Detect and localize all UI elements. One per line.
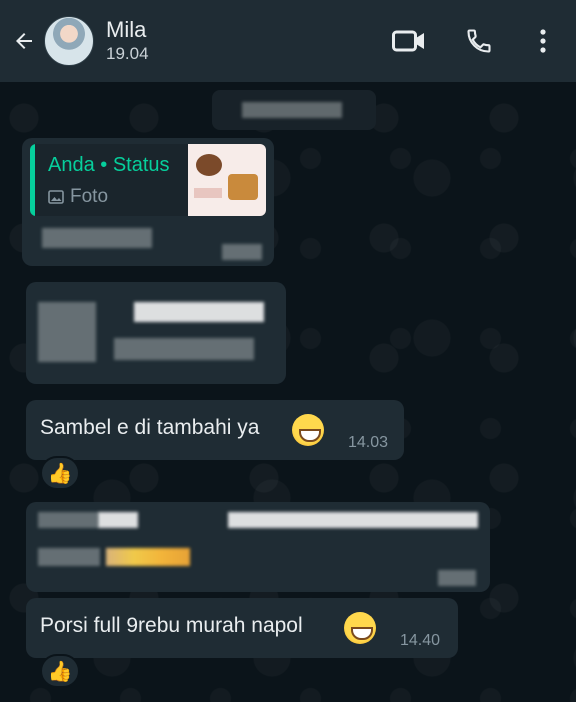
status-thumbnail xyxy=(188,144,266,216)
back-arrow-icon[interactable] xyxy=(12,29,36,53)
thumbs-up-icon: 👍 xyxy=(47,462,73,485)
contact-info[interactable]: Mila 19.04 xyxy=(106,17,149,65)
message-bubble[interactable]: Porsi full 9rebu murah napol 14.40 xyxy=(26,598,458,658)
message-text: Sambel e di tambahi ya xyxy=(40,416,260,439)
message-bubble[interactable]: Sambel e di tambahi ya 14.03 xyxy=(26,400,404,460)
message-time: 14.03 xyxy=(348,434,389,451)
thumbs-up-reaction[interactable]: 👍 xyxy=(40,654,80,688)
thumbs-up-reaction[interactable]: 👍 xyxy=(40,456,80,490)
more-options-icon[interactable] xyxy=(518,16,568,66)
contact-status: 19.04 xyxy=(106,44,149,63)
chat-area[interactable]: Anda • Status Foto Sambel e di tambahi y… xyxy=(0,82,576,702)
redacted-date-chip xyxy=(212,90,376,130)
quoted-status[interactable]: Anda • Status Foto xyxy=(30,144,266,216)
message-text: Porsi full 9rebu murah napol xyxy=(40,614,303,637)
quoted-subtitle: Foto xyxy=(70,186,109,207)
video-call-icon[interactable] xyxy=(384,16,434,66)
voice-call-icon[interactable] xyxy=(454,16,504,66)
contact-name: Mila xyxy=(106,17,147,42)
chat-header: Mila 19.04 xyxy=(0,0,576,82)
message-bubble-redacted[interactable] xyxy=(26,282,286,384)
message-bubble-redacted[interactable] xyxy=(26,502,490,592)
thumbs-up-icon: 👍 xyxy=(47,660,73,683)
photo-icon xyxy=(48,190,64,204)
grinning-face-icon xyxy=(344,612,376,644)
message-bubble-status-reply[interactable]: Anda • Status Foto xyxy=(22,138,274,266)
message-time: 14.40 xyxy=(400,632,441,649)
quoted-title: Anda • Status xyxy=(48,154,170,176)
avatar[interactable] xyxy=(44,16,94,66)
grinning-face-icon xyxy=(292,414,324,446)
